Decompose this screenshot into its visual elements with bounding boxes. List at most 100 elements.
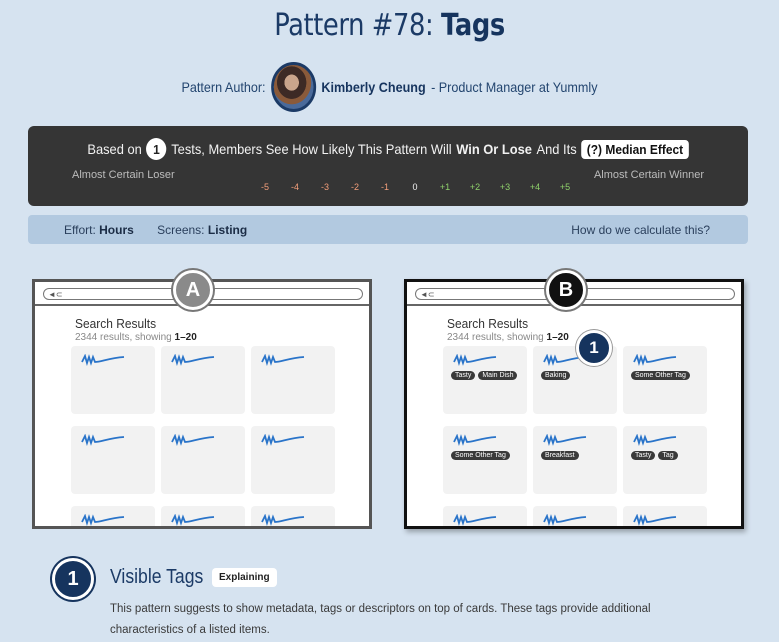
back-icon: ◄⊂: [420, 290, 435, 299]
image-placeholder-icon: [633, 434, 677, 446]
result-card[interactable]: [533, 506, 617, 526]
back-icon: ◄⊂: [48, 290, 63, 299]
scale-tick: +4: [529, 182, 541, 192]
author-row: Pattern Author: Kimberly Cheung - Produc…: [39, 62, 740, 112]
scale-tick: +2: [469, 182, 481, 192]
variant-a-mockup: ◄⊂ Search Results 2344 results, showing …: [32, 279, 372, 529]
result-card[interactable]: [251, 346, 335, 414]
image-placeholder-icon: [81, 514, 125, 526]
result-card[interactable]: [161, 506, 245, 526]
author-role: - Product Manager at Yummly: [431, 79, 598, 95]
detail-description: This pattern suggests to show metadata, …: [110, 603, 651, 636]
search-results-count: 2344 results, showing 1–20: [75, 332, 197, 343]
card-tags: Breakfast: [541, 451, 579, 460]
screens-value: Listing: [207, 223, 248, 237]
card-tags: Some Other Tag: [631, 371, 690, 380]
image-placeholder-icon: [171, 514, 215, 526]
title-prefix: Pattern #78:: [274, 8, 434, 43]
tag-chip[interactable]: Baking: [541, 371, 571, 380]
result-card[interactable]: Some Other Tag: [623, 346, 707, 414]
image-placeholder-icon: [171, 354, 215, 366]
result-card[interactable]: Tasty Tag: [623, 426, 707, 494]
result-card[interactable]: Some Other Tag: [443, 426, 527, 494]
summary-win-lose: Win Or Lose: [456, 141, 532, 157]
scale-tick: +3: [499, 182, 511, 192]
result-card[interactable]: [161, 426, 245, 494]
winner-label: Almost Certain Winner: [593, 169, 704, 181]
result-card[interactable]: [251, 506, 335, 526]
scale-tick: +1: [439, 182, 451, 192]
summary-middle: Tests, Members See How Likely This Patte…: [171, 141, 452, 157]
author-name[interactable]: Kimberly Cheung: [321, 79, 425, 95]
scale-tick: +5: [559, 182, 571, 192]
search-results-title: Search Results: [75, 316, 157, 331]
image-placeholder-icon: [453, 354, 497, 366]
image-placeholder-icon: [261, 434, 305, 446]
summary-and-its: And Its: [536, 141, 577, 157]
explaining-badge: Explaining: [212, 568, 277, 587]
effort-value: Hours: [99, 223, 134, 237]
image-placeholder-icon: [453, 514, 497, 526]
scale-tick: -1: [380, 182, 389, 192]
page-title: Pattern #78: Tags: [55, 8, 725, 43]
result-card[interactable]: [71, 346, 155, 414]
image-placeholder-icon: [81, 434, 125, 446]
image-placeholder-icon: [543, 514, 587, 526]
image-placeholder-icon: [81, 354, 125, 366]
result-card[interactable]: [161, 346, 245, 414]
scale-tick: -2: [350, 182, 359, 192]
title-name: Tags: [440, 8, 505, 43]
tag-chip[interactable]: Main Dish: [478, 371, 518, 380]
summary-prefix: Based on: [87, 141, 142, 157]
likelihood-panel: Based on 1 Tests, Members See How Likely…: [28, 126, 748, 206]
tag-chip[interactable]: Tasty: [631, 451, 656, 460]
test-count-badge: 1: [146, 138, 167, 160]
tag-chip[interactable]: Breakfast: [541, 451, 579, 460]
detail-title: Visible Tags: [110, 566, 204, 588]
search-results-count: 2344 results, showing 1–20: [447, 332, 569, 343]
scale-tick: -3: [320, 182, 329, 192]
variant-b-mockup: ◄⊂ Search Results 2344 results, showing …: [404, 279, 744, 529]
image-placeholder-icon: [633, 514, 677, 526]
card-tags: Tasty Tag: [631, 451, 678, 460]
effect-scale: -5 -4 -3 -2 -1 0 +1 +2 +3 +4 +5: [250, 182, 580, 192]
tag-chip[interactable]: Tasty: [451, 371, 476, 380]
result-card[interactable]: [251, 426, 335, 494]
image-placeholder-icon: [261, 514, 305, 526]
result-card[interactable]: [443, 506, 527, 526]
scale-tick: -4: [290, 182, 299, 192]
search-results-title: Search Results: [447, 316, 529, 331]
image-placeholder-icon: [453, 434, 497, 446]
variant-a-badge: A: [173, 270, 213, 310]
meta-bar: Effort: Hours Screens: Listing How do we…: [28, 215, 748, 244]
detail-heading: Visible Tags Explaining: [110, 566, 277, 589]
effort-label: Effort:: [64, 223, 96, 237]
card-tags: Baking: [541, 371, 571, 380]
tag-chip[interactable]: Tag: [658, 451, 678, 460]
result-card[interactable]: [623, 506, 707, 526]
likelihood-summary: Based on 1 Tests, Members See How Likely…: [57, 138, 719, 160]
result-card[interactable]: [71, 426, 155, 494]
marker-badge[interactable]: 1: [576, 330, 612, 366]
screens-label: Screens:: [157, 223, 205, 237]
scale-tick: -5: [260, 182, 269, 192]
variant-b-badge: B: [546, 270, 586, 310]
image-placeholder-icon: [171, 434, 215, 446]
image-placeholder-icon: [261, 354, 305, 366]
detail-number-badge: 1: [52, 558, 94, 600]
result-card[interactable]: Tasty Main Dish: [443, 346, 527, 414]
image-placeholder-icon: [543, 434, 587, 446]
card-tags: Some Other Tag: [451, 451, 510, 460]
how-calculate-link[interactable]: How do we calculate this?: [571, 223, 710, 237]
scale-tick: 0: [412, 182, 418, 192]
median-effect-button[interactable]: (?) Median Effect: [581, 139, 689, 159]
author-label: Pattern Author:: [181, 79, 266, 95]
loser-label: Almost Certain Loser: [72, 169, 175, 181]
result-card[interactable]: [71, 506, 155, 526]
tag-chip[interactable]: Some Other Tag: [631, 371, 690, 380]
card-tags: Tasty Main Dish: [451, 371, 518, 380]
image-placeholder-icon: [633, 354, 677, 366]
avatar[interactable]: [270, 62, 316, 112]
result-card[interactable]: Breakfast: [533, 426, 617, 494]
tag-chip[interactable]: Some Other Tag: [451, 451, 510, 460]
